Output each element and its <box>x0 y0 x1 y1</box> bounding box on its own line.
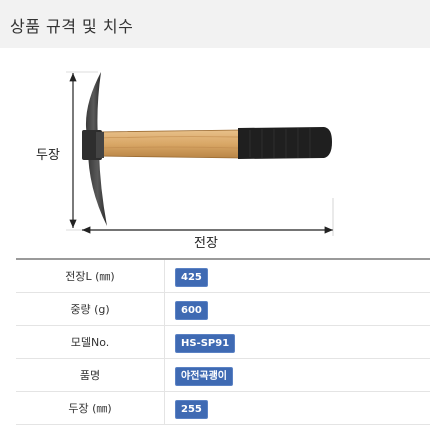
spec-value-head-length: 255 <box>175 399 208 419</box>
spec-table: 전장L (㎜) 425 중량 (g) 600 모델No. HS-SP91 품명 … <box>16 258 430 425</box>
spec-value-name: 야전곡괭이 <box>175 366 233 386</box>
table-row: 중량 (g) 600 <box>16 292 430 325</box>
product-figure: 두장 전장 <box>0 48 430 258</box>
spec-value-weight: 600 <box>175 300 208 320</box>
table-row: 모델No. HS-SP91 <box>16 325 430 358</box>
spec-label-weight: 중량 (g) <box>16 292 165 325</box>
height-dimension-label: 두장 <box>36 148 60 163</box>
spec-label-name: 품명 <box>16 358 165 391</box>
spec-label-model: 모델No. <box>16 325 165 358</box>
table-row: 전장L (㎜) 425 <box>16 259 430 292</box>
section-title: 상품 규격 및 치수 <box>10 17 134 36</box>
spec-value-length: 425 <box>175 267 208 287</box>
section-header: 상품 규격 및 치수 <box>0 0 430 48</box>
table-row: 품명 야전곡괭이 <box>16 358 430 391</box>
pickaxe-illustration <box>66 71 334 236</box>
length-dimension-label: 전장 <box>194 236 218 251</box>
spec-label-length: 전장L (㎜) <box>16 259 165 292</box>
spec-value-model: HS-SP91 <box>175 333 236 353</box>
table-row: 두장 (㎜) 255 <box>16 391 430 424</box>
spec-label-head-length: 두장 (㎜) <box>16 391 165 424</box>
